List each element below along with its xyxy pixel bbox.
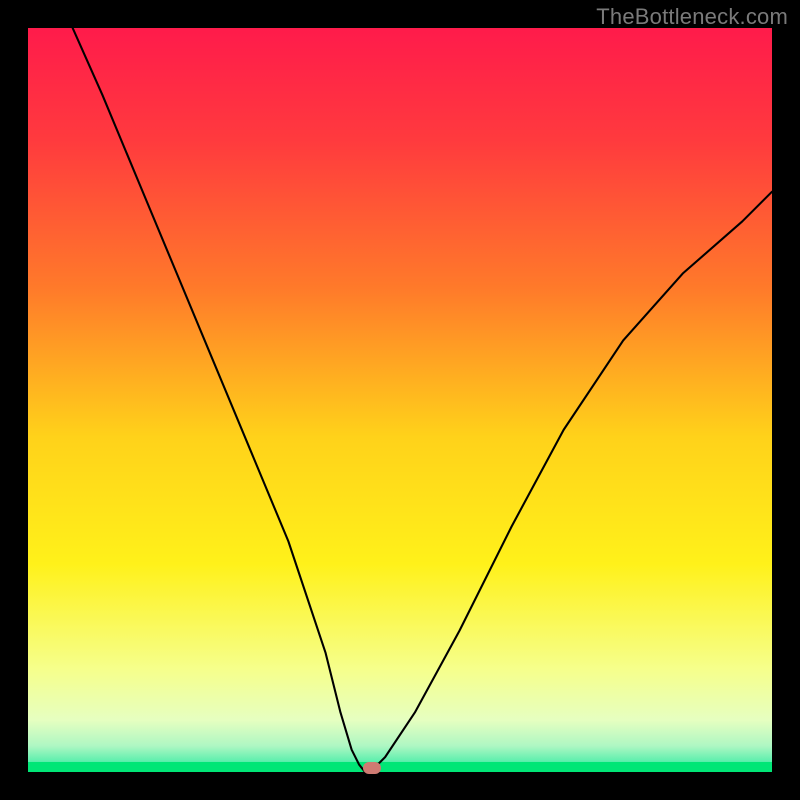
watermark-text: TheBottleneck.com	[596, 4, 788, 30]
plot-area	[28, 28, 772, 772]
bottleneck-curve	[28, 28, 772, 772]
optimal-point-marker	[363, 762, 381, 774]
chart-frame: TheBottleneck.com	[0, 0, 800, 800]
